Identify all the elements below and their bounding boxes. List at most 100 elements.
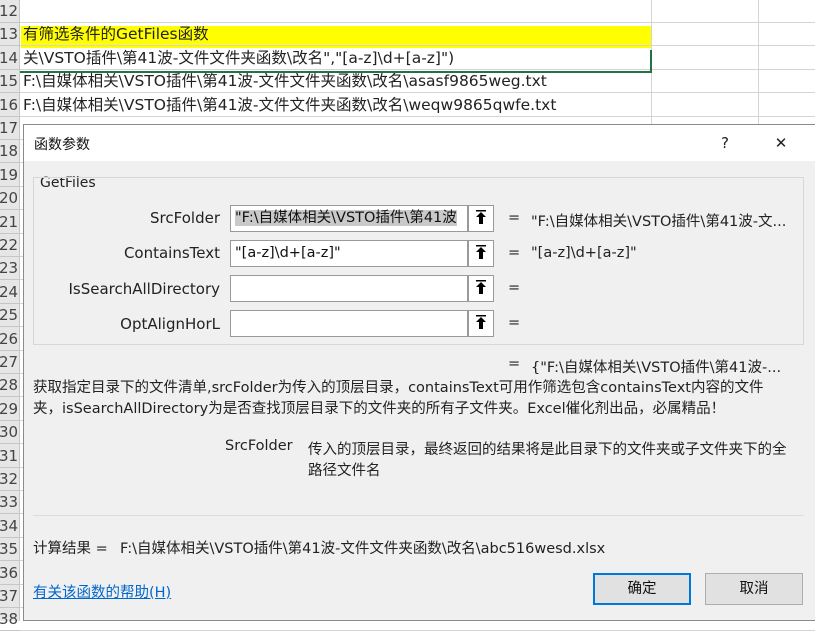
equals-sign: =: [508, 210, 521, 226]
row-number-label: 14: [0, 48, 19, 67]
arg-label-optalignhorl: OptAlignHorL: [120, 315, 220, 333]
row-number-label: 36: [0, 563, 19, 582]
row-number-label: 22: [0, 236, 19, 254]
arg-label-containstext: ContainsText: [123, 244, 220, 262]
row-number-label: 13: [0, 25, 19, 44]
row-number[interactable]: 35: [0, 538, 20, 562]
containstext-result: "[a-z]\d+[a-z]": [531, 245, 637, 261]
srcfolder-input-value: "F:\自媒体相关\VSTO插件\第41波: [235, 210, 457, 226]
row-number[interactable]: 13: [0, 23, 20, 47]
equals-sign: =: [508, 315, 521, 331]
row-number-label: 30: [0, 423, 19, 442]
row-number[interactable]: 22: [0, 234, 20, 257]
close-button[interactable]: ✕: [758, 125, 804, 161]
help-button[interactable]: ?: [702, 125, 748, 161]
row-number[interactable]: 21: [0, 211, 20, 234]
row-number-label: 19: [0, 165, 19, 184]
srcfolder-collapse-button[interactable]: [468, 205, 494, 232]
issearchalldirectory-collapse-button[interactable]: [468, 275, 494, 302]
arg-label-issearchalldirectory: IsSearchAllDirectory: [68, 280, 220, 298]
row-number[interactable]: 30: [0, 421, 20, 445]
row-number-label: 33: [0, 493, 19, 512]
row-number-label: 26: [0, 329, 19, 348]
cell-text: F:\自媒体相关\VSTO插件\第41波-文件文件夹函数\改名\weqw9865…: [23, 95, 557, 114]
collapse-arrow-icon: [476, 210, 486, 224]
function-arguments-dialog: 函数参数 ? ✕ GetFiles SrcFolder "F:\自媒体相关\VS…: [23, 124, 815, 621]
row-number[interactable]: 27: [0, 351, 20, 374]
row-number-label: 38: [0, 610, 19, 629]
param-name: SrcFolder: [225, 438, 293, 454]
row-number[interactable]: 16: [0, 94, 20, 117]
dialog-titlebar: 函数参数 ? ✕: [24, 125, 815, 161]
row-number-label: 29: [0, 399, 19, 418]
ok-button[interactable]: 确定: [593, 573, 691, 605]
row-number-label: 12: [0, 2, 19, 20]
row-number[interactable]: 29: [0, 398, 20, 421]
collapse-arrow-icon: [476, 315, 486, 329]
row-number-label: 24: [0, 282, 19, 301]
row-number[interactable]: 15: [0, 70, 20, 94]
row-number[interactable]: 38: [0, 608, 20, 631]
row-number-label: 18: [0, 142, 19, 161]
row-number-label: 15: [0, 72, 19, 91]
issearchalldirectory-input[interactable]: [230, 275, 468, 302]
sheet-row[interactable]: [20, 0, 815, 23]
row-number[interactable]: 18: [0, 140, 20, 164]
row-number[interactable]: 28: [0, 374, 20, 398]
row-number[interactable]: 26: [0, 328, 20, 351]
srcfolder-result: "F:\自媒体相关\VSTO插件\第41波-文...: [531, 214, 787, 230]
row-number-label: 31: [0, 446, 19, 465]
collapse-arrow-icon: [476, 245, 486, 259]
formula-result-preview: {"F:\自媒体相关\VSTO插件\第41波-...: [531, 360, 782, 376]
row-number[interactable]: 23: [0, 257, 20, 281]
row-number[interactable]: 14: [0, 47, 20, 70]
row-number[interactable]: 19: [0, 164, 20, 187]
row-number[interactable]: 36: [0, 562, 20, 585]
row-number-label: 17: [0, 119, 19, 137]
function-description-line2: 夹，isSearchAllDirectory为是否查找顶层目录下的文件夹的所有子…: [33, 401, 726, 417]
function-description-line1: 获取指定目录下的文件清单,srcFolder为传入的顶层目录，containsT…: [33, 380, 764, 396]
param-description-line2: 路径文件名: [308, 463, 381, 479]
row-number[interactable]: 12: [0, 0, 20, 23]
calc-result-label: 计算结果 =: [33, 541, 108, 557]
row-number-label: 28: [0, 376, 19, 395]
row-number-label: 35: [0, 540, 19, 559]
row-number-label: 25: [0, 306, 19, 325]
row-number-label: 34: [0, 516, 19, 535]
containstext-collapse-button[interactable]: [468, 240, 494, 267]
row-number[interactable]: 25: [0, 304, 20, 328]
calc-result-value: F:\自媒体相关\VSTO插件\第41波-文件文件夹函数\改名\abc516we…: [120, 541, 606, 557]
row-number[interactable]: 33: [0, 491, 20, 515]
row-number[interactable]: 37: [0, 585, 20, 608]
function-help-link[interactable]: 有关该函数的帮助(H): [33, 581, 171, 602]
row-number-label: 37: [0, 587, 19, 605]
cancel-button[interactable]: 取消: [705, 573, 803, 605]
divider: [33, 515, 804, 516]
dialog-title: 函数参数: [34, 137, 90, 153]
arg-label-srcfolder: SrcFolder: [150, 209, 220, 227]
param-description-line1: 传入的顶层目录，最终返回的结果将是此目录下的文件夹或子文件夹下的全: [308, 442, 787, 458]
collapse-arrow-icon: [476, 280, 486, 294]
srcfolder-input[interactable]: "F:\自媒体相关\VSTO插件\第41波: [230, 205, 468, 232]
containstext-input[interactable]: "[a-z]\d+[a-z]": [230, 240, 468, 267]
row-number-label: 16: [0, 95, 19, 114]
equals-sign: =: [508, 245, 521, 261]
row-number[interactable]: 34: [0, 515, 20, 538]
row-number-label: 27: [0, 353, 19, 371]
cell-text: 有筛选条件的GetFiles函数: [23, 25, 209, 44]
row-number-label: 21: [0, 212, 19, 231]
row-number[interactable]: 31: [0, 445, 20, 468]
row-number-label: 23: [0, 259, 19, 278]
formula-equals-sign: =: [508, 356, 521, 372]
optalignhorl-input[interactable]: [230, 310, 468, 337]
row-number-label: 20: [0, 189, 19, 208]
active-cell-border: [20, 50, 652, 73]
optalignhorl-collapse-button[interactable]: [468, 310, 494, 337]
cell-text: F:\自媒体相关\VSTO插件\第41波-文件文件夹函数\改名\asasf986…: [23, 72, 547, 91]
row-number[interactable]: 17: [0, 117, 20, 140]
row-number[interactable]: 32: [0, 468, 20, 491]
row-number[interactable]: 20: [0, 187, 20, 211]
equals-sign: =: [508, 280, 521, 296]
row-number[interactable]: 24: [0, 281, 20, 304]
row-number-label: 32: [0, 470, 19, 488]
